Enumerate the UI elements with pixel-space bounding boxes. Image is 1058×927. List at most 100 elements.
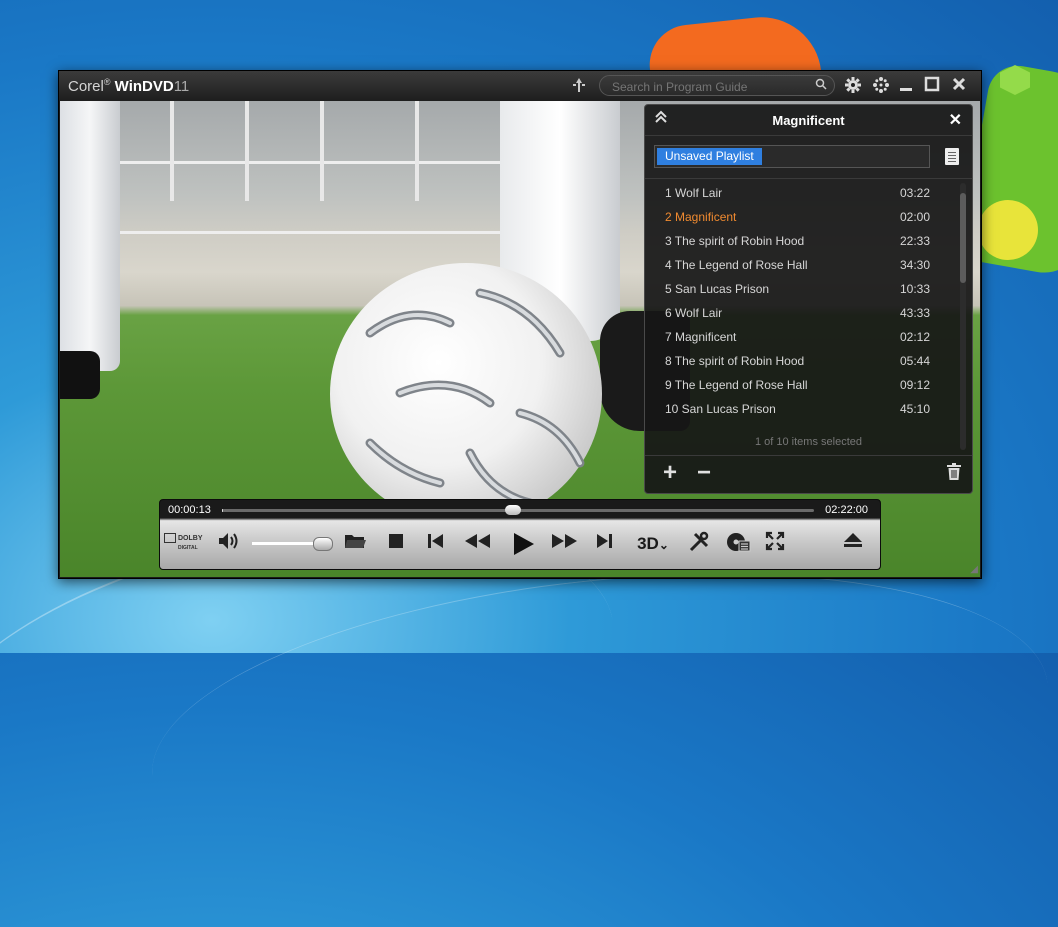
settings-gear-icon[interactable]: [843, 76, 863, 100]
3d-mode-button[interactable]: 3D⌄: [628, 531, 678, 557]
playlist-title: Magnificent: [772, 113, 845, 128]
brand-name: Corel: [68, 78, 104, 95]
playlist-item-duration: 05:44: [899, 354, 930, 368]
playlist-item[interactable]: 9 The Legend of Rose Hall 09:12: [645, 373, 960, 397]
remove-item-icon[interactable]: −: [697, 460, 711, 486]
player-leg: [60, 101, 120, 371]
playlist-item-name: 5 San Lucas Prison: [665, 282, 770, 296]
playlist-item-active[interactable]: 2 Magnificent 02:00: [645, 205, 960, 229]
scrollbar-thumb[interactable]: [960, 193, 966, 283]
windows-logo-yellow: [978, 200, 1038, 260]
play-icon[interactable]: [506, 531, 540, 557]
playlist-item-duration: 45:10: [899, 402, 930, 416]
playlist-item[interactable]: 8 The spirit of Robin Hood 05:44: [645, 349, 960, 373]
playlist-item-name: 4 The Legend of Rose Hall: [665, 258, 808, 272]
soccer-ball: [330, 263, 602, 525]
elapsed-time: 00:00:13: [168, 504, 211, 516]
playlist-item[interactable]: 1 Wolf Lair 03:22: [645, 181, 960, 205]
program-guide-search[interactable]: [599, 75, 835, 96]
app-title: Corel® WinDVD11: [68, 77, 189, 95]
fast-forward-icon[interactable]: [548, 531, 582, 557]
product-name: WinDVD: [114, 78, 174, 95]
playlist-item[interactable]: 7 Magnificent 02:12: [645, 325, 960, 349]
playlist-selector-value: Unsaved Playlist: [657, 148, 762, 165]
playlist-item-name: 2 Magnificent: [665, 210, 737, 224]
minimize-icon[interactable]: [897, 76, 915, 98]
playlist-item-duration: 09:12: [899, 378, 930, 392]
seek-bar-fill: [222, 509, 223, 512]
version-number: 11: [173, 78, 190, 95]
playlist-list: 1 Wolf Lair 03:22 2 Magnificent 02:00 3 Th…: [645, 181, 960, 421]
program-guide-icon[interactable]: [569, 76, 589, 100]
previous-chapter-icon[interactable]: [424, 531, 448, 557]
playlist-close-icon[interactable]: ✕: [949, 110, 962, 130]
disc-menu-icon[interactable]: [724, 531, 752, 557]
total-time: 02:22:00: [825, 504, 868, 516]
add-item-icon[interactable]: +: [663, 460, 677, 486]
playlist-item[interactable]: 4 The Legend of Rose Hall 34:30: [645, 253, 960, 277]
volume-handle[interactable]: [313, 537, 334, 551]
player-boot: [60, 351, 100, 399]
close-icon[interactable]: [949, 76, 969, 98]
playlist-item[interactable]: 3 The spirit of Robin Hood 22:33: [645, 229, 960, 253]
volume-icon[interactable]: [216, 531, 242, 557]
playlist-item[interactable]: 5 San Lucas Prison 10:33: [645, 277, 960, 301]
dolby-sub-label: DIGITAL: [178, 545, 198, 551]
divider: [645, 455, 972, 456]
registered-mark: ®: [103, 77, 111, 87]
playlist-document-icon[interactable]: [945, 148, 959, 165]
playlist-item-duration: 02:00: [899, 210, 930, 224]
divider: [645, 178, 972, 179]
railing-post: [245, 101, 249, 201]
dolby-logo: DOLBY DIGITAL: [164, 533, 208, 555]
playlist-item-name: 3 The spirit of Robin Hood: [665, 234, 805, 248]
search-input[interactable]: [610, 77, 814, 96]
stadium-railing: [100, 231, 560, 234]
playback-controls: 00:00:13 02:22:00 DOLBY DIGITAL 3D⌄: [159, 499, 881, 570]
3d-label: 3D: [637, 534, 659, 553]
snowflake-menu-icon[interactable]: [871, 76, 891, 100]
resize-grip-icon[interactable]: ◢: [970, 564, 978, 575]
dolby-label: DOLBY: [178, 534, 203, 542]
3d-dropdown-icon[interactable]: ⌄: [659, 538, 669, 552]
open-folder-icon[interactable]: [342, 531, 368, 557]
playlist-scrollbar[interactable]: [960, 183, 966, 450]
playlist-selector[interactable]: Unsaved Playlist: [654, 145, 930, 168]
search-icon[interactable]: [815, 78, 827, 93]
volume-slider[interactable]: [252, 537, 334, 551]
playlist-item-name: 9 The Legend of Rose Hall: [665, 378, 808, 392]
railing-post: [320, 101, 324, 201]
rewind-icon[interactable]: [460, 531, 494, 557]
fullscreen-icon[interactable]: [762, 531, 788, 557]
playlist-item-name: 7 Magnificent: [665, 330, 737, 344]
playlist-item-duration: 22:33: [899, 234, 930, 248]
maximize-icon[interactable]: [923, 76, 941, 98]
playlist-item-duration: 03:22: [899, 186, 930, 200]
playlist-item-duration: 34:30: [899, 258, 930, 272]
seek-bar[interactable]: [222, 505, 814, 515]
playlist-item-name: 10 San Lucas Prison: [665, 402, 776, 416]
railing-post: [415, 101, 419, 201]
seek-handle[interactable]: [505, 505, 521, 515]
playlist-item[interactable]: 6 Wolf Lair 43:33: [645, 301, 960, 325]
playlist-panel: Magnificent ✕ Unsaved Playlist 1 Wolf La…: [644, 104, 973, 494]
railing-post: [170, 101, 174, 201]
playlist-item-name: 1 Wolf Lair: [665, 186, 723, 200]
stadium-railing: [100, 161, 520, 164]
eject-icon[interactable]: [840, 531, 866, 557]
playlist-status: 1 of 10 items selected: [754, 436, 862, 448]
volume-fill: [252, 542, 323, 545]
stop-icon[interactable]: [384, 531, 408, 557]
tools-icon[interactable]: [686, 531, 712, 557]
title-bar[interactable]: Corel® WinDVD11: [59, 71, 981, 101]
windvd-window: Corel® WinDVD11 Search in Program Guide …: [58, 70, 982, 579]
next-chapter-icon[interactable]: [592, 531, 616, 557]
playlist-item[interactable]: 10 San Lucas Prison 45:10: [645, 397, 960, 421]
playlist-item-duration: 10:33: [899, 282, 930, 296]
playlist-item-name: 6 Wolf Lair: [665, 306, 723, 320]
trash-icon[interactable]: [946, 463, 962, 481]
playlist-item-duration: 43:33: [899, 306, 930, 320]
playlist-header: Magnificent ✕: [645, 105, 972, 136]
dolby-mark-icon: [164, 533, 176, 543]
playlist-item-duration: 02:12: [899, 330, 930, 344]
